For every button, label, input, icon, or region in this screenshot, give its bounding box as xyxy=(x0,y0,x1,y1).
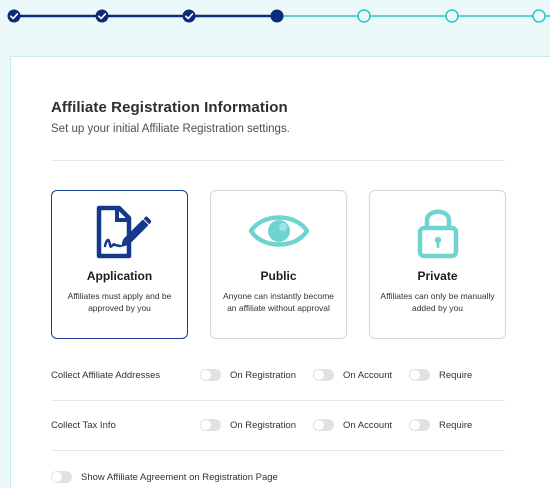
agreement-label: Show Affiliate Agreement on Registration… xyxy=(81,471,278,483)
step-4-current xyxy=(270,9,284,23)
step-2-check-icon xyxy=(95,9,109,23)
progress-stepper xyxy=(0,0,550,32)
tax-row-divider xyxy=(51,450,505,451)
collect-tax-label: Collect Tax Info xyxy=(51,420,116,431)
addresses-on-registration-label: On Registration xyxy=(230,369,297,381)
page-subtitle: Set up your initial Affiliate Registrati… xyxy=(51,123,290,135)
eye-icon xyxy=(211,205,346,259)
step-5-upcoming xyxy=(357,9,371,23)
tax-require-option: Require xyxy=(409,419,472,431)
addresses-on-account-label: On Account xyxy=(343,369,393,381)
application-form-icon xyxy=(52,205,187,259)
page-title: Affiliate Registration Information xyxy=(51,99,288,116)
step-6-upcoming xyxy=(445,9,459,23)
option-public-description: Anyone can instantly become an affiliate… xyxy=(222,291,335,313)
addresses-on-registration-option: On Registration xyxy=(200,369,296,381)
tax-on-registration-label: On Registration xyxy=(230,419,297,431)
addresses-row-divider xyxy=(51,400,505,401)
tax-on-account-label: On Account xyxy=(343,419,393,431)
tax-on-account-toggle[interactable] xyxy=(313,419,334,431)
option-private-title: Private xyxy=(417,269,458,283)
header-divider xyxy=(51,160,505,161)
step-7-upcoming xyxy=(532,9,546,23)
tax-on-account-option: On Account xyxy=(313,419,392,431)
addresses-on-account-toggle[interactable] xyxy=(313,369,334,381)
tax-on-registration-toggle[interactable] xyxy=(200,419,221,431)
collect-addresses-label: Collect Affiliate Addresses xyxy=(51,370,161,381)
addresses-on-registration-toggle[interactable] xyxy=(200,369,221,381)
tax-require-toggle[interactable] xyxy=(409,419,430,431)
registration-settings-card: Affiliate Registration Information Set u… xyxy=(10,56,550,488)
agreement-toggle[interactable] xyxy=(51,471,72,483)
option-application-title: Application xyxy=(86,269,153,283)
addresses-on-account-option: On Account xyxy=(313,369,392,381)
addresses-require-label: Require xyxy=(439,369,473,381)
step-1-check-icon xyxy=(7,9,21,23)
option-application-description: Affiliates must apply and be approved by… xyxy=(67,291,172,313)
option-private[interactable]: Private Affiliates can only be manually … xyxy=(369,190,506,339)
addresses-require-option: Require xyxy=(409,369,472,381)
tax-on-registration-option: On Registration xyxy=(200,419,296,431)
option-application[interactable]: Application Affiliates must apply and be… xyxy=(51,190,188,339)
step-3-check-icon xyxy=(182,9,196,23)
tax-require-label: Require xyxy=(439,419,473,431)
option-public[interactable]: Public Anyone can instantly become an af… xyxy=(210,190,347,339)
lock-icon xyxy=(370,205,505,259)
agreement-option: Show Affiliate Agreement on Registration… xyxy=(51,471,278,483)
addresses-require-toggle[interactable] xyxy=(409,369,430,381)
option-public-title: Public xyxy=(260,269,297,283)
option-private-description: Affiliates can only be manually added by… xyxy=(380,291,495,313)
